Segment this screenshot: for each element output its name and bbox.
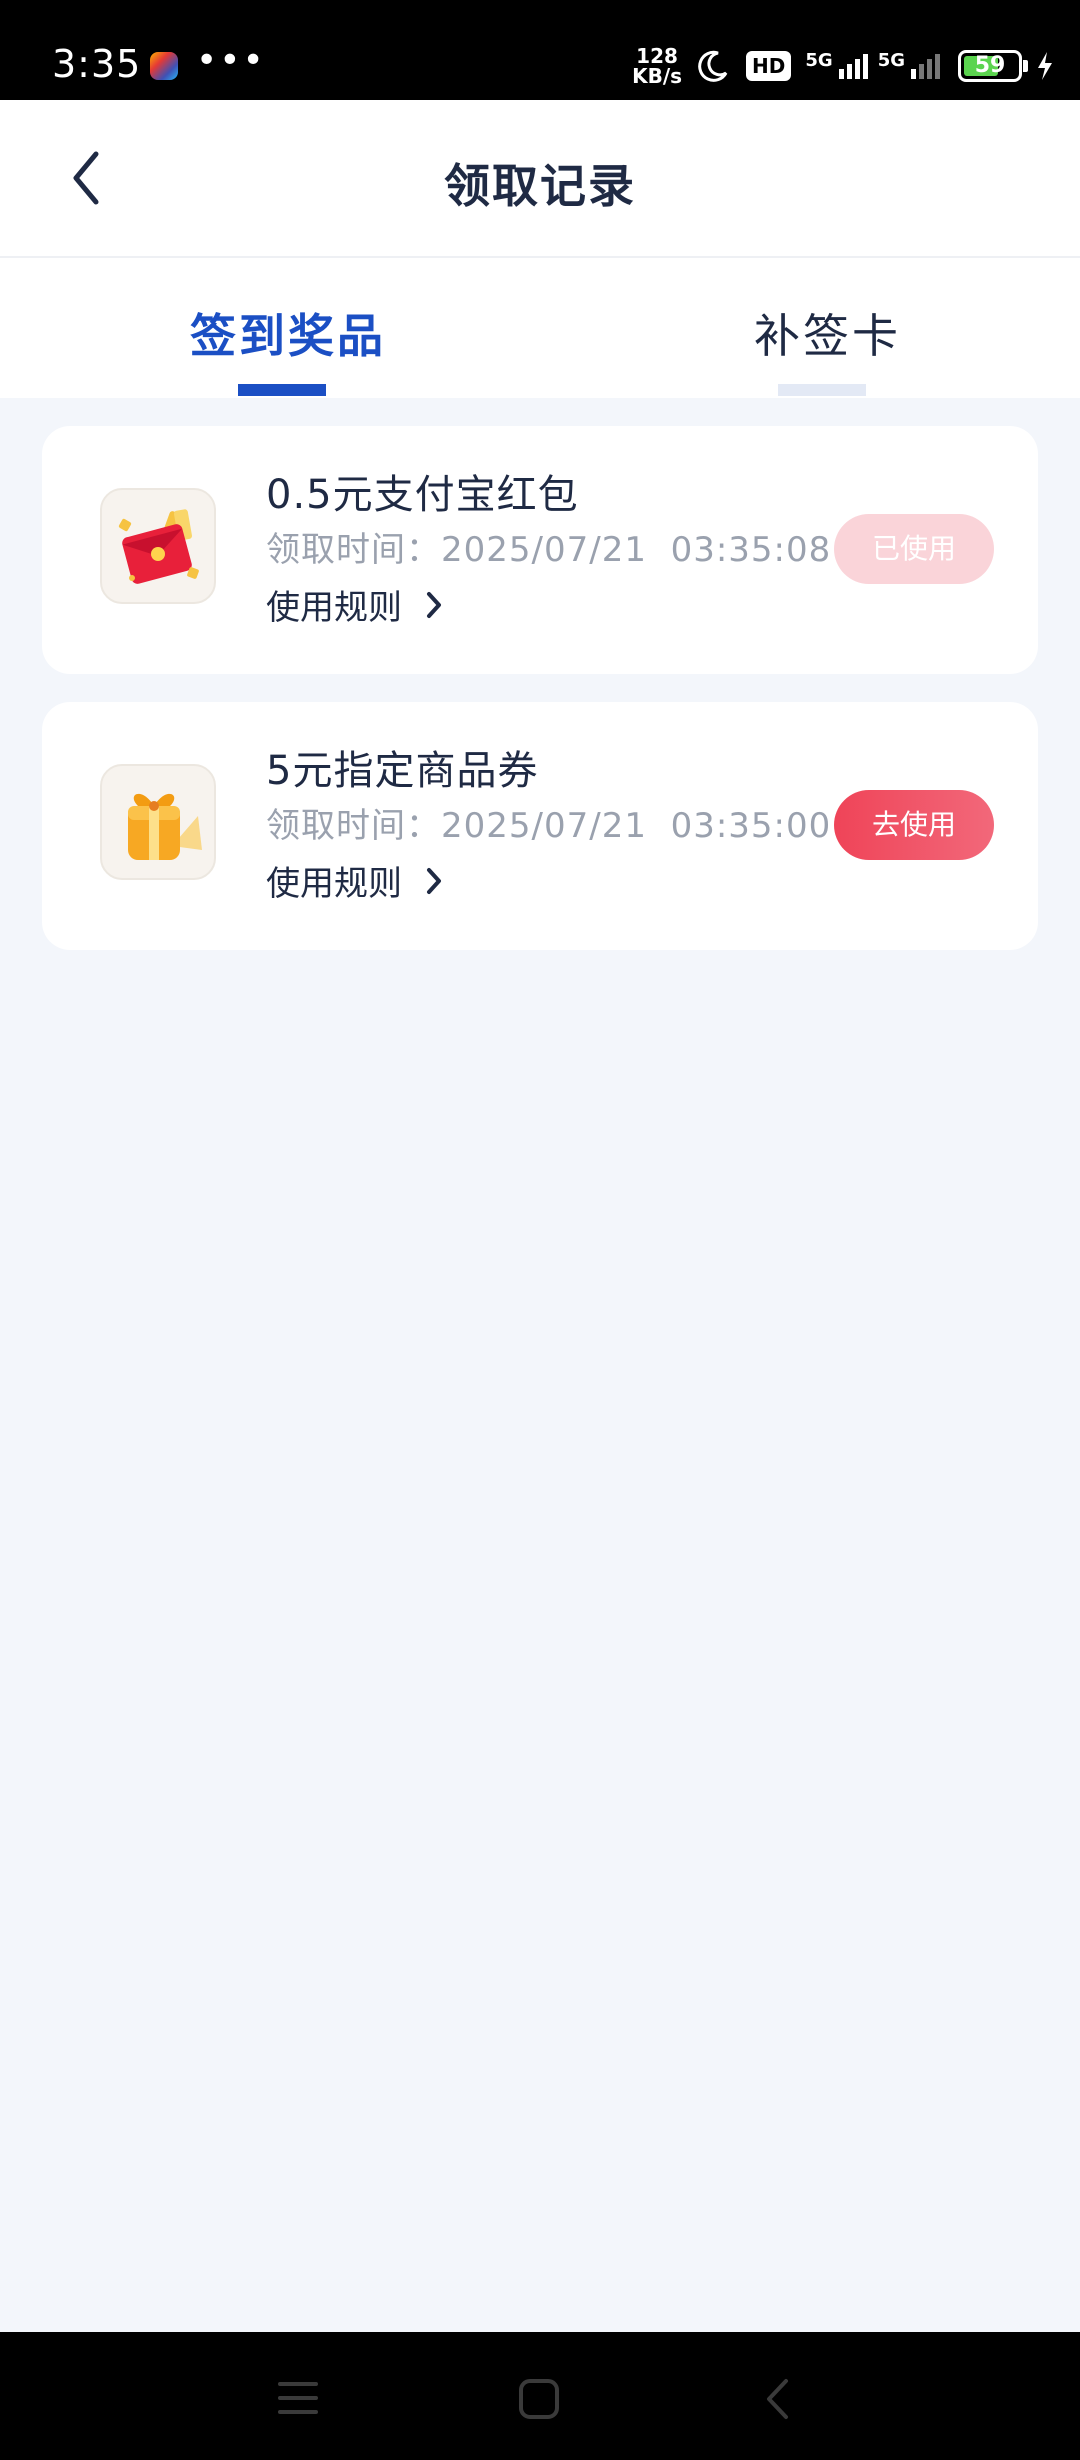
network-speed-value: 128 <box>636 44 678 68</box>
battery-level: 59 <box>974 53 1006 78</box>
claim-time: 领取时间：2025/07/21 03:35:08 <box>266 530 832 570</box>
chevron-right-icon <box>427 867 441 894</box>
home-square-icon[interactable] <box>516 2376 562 2422</box>
charging-bolt-icon <box>1038 52 1052 80</box>
usage-rules-link[interactable]: 使用规则 <box>266 856 444 905</box>
hd-voice-badge: HD <box>746 51 792 81</box>
record-card: 0.5元支付宝红包 领取时间：2025/07/21 03:35:08 使用规则 … <box>42 426 1038 674</box>
network-speed-unit: KB/s <box>632 64 683 88</box>
status-bar: 3:35 ••• 128 KB/s HD 5G 5G 59 <box>0 0 1080 100</box>
tab-makeup-cards[interactable]: 补签卡 <box>754 300 901 366</box>
active-tab-indicator <box>238 384 326 396</box>
red-envelope-icon <box>100 488 216 604</box>
usage-rules-link[interactable]: 使用规则 <box>266 580 444 629</box>
battery-icon: 59 <box>958 50 1028 82</box>
inactive-tab-indicator <box>778 384 866 396</box>
recent-apps-menu-icon[interactable] <box>276 2378 320 2418</box>
more-notifications-icon: ••• <box>196 40 266 81</box>
signal-strength-sim2-icon: 5G <box>878 50 940 79</box>
network-type-sim1: 5G <box>805 49 833 71</box>
status-time: 3:35 <box>52 42 142 86</box>
claim-time: 领取时间：2025/07/21 03:35:00 <box>266 806 832 846</box>
system-navigation-bar <box>0 2332 1080 2460</box>
use-now-button[interactable]: 去使用 <box>834 790 994 860</box>
network-type-sim2: 5G <box>877 49 905 71</box>
chevron-right-icon <box>427 591 441 618</box>
prize-name: 0.5元支付宝红包 <box>266 472 579 518</box>
usage-rules-label: 使用规则 <box>266 588 402 628</box>
record-card: 5元指定商品券 领取时间：2025/07/21 03:35:00 使用规则 去使… <box>42 702 1038 950</box>
gift-package-icon <box>100 764 216 880</box>
network-speed: 128 KB/s <box>632 46 682 86</box>
tab-checkin-prizes[interactable]: 签到奖品 <box>190 300 386 366</box>
do-not-disturb-moon-icon <box>698 50 728 82</box>
usage-rules-label: 使用规则 <box>266 864 402 904</box>
page-header: 领取记录 <box>0 100 1080 258</box>
status-indicators: 128 KB/s HD 5G 5G 59 <box>632 44 1054 88</box>
signal-strength-sim1-icon: 5G <box>805 50 868 79</box>
app-notification-icon <box>150 52 178 80</box>
tab-bar: 签到奖品 补签卡 <box>0 258 1080 398</box>
used-button: 已使用 <box>834 514 994 584</box>
page-title: 领取记录 <box>444 159 636 213</box>
prize-name: 5元指定商品券 <box>266 748 539 794</box>
back-nav-icon[interactable] <box>762 2376 792 2422</box>
